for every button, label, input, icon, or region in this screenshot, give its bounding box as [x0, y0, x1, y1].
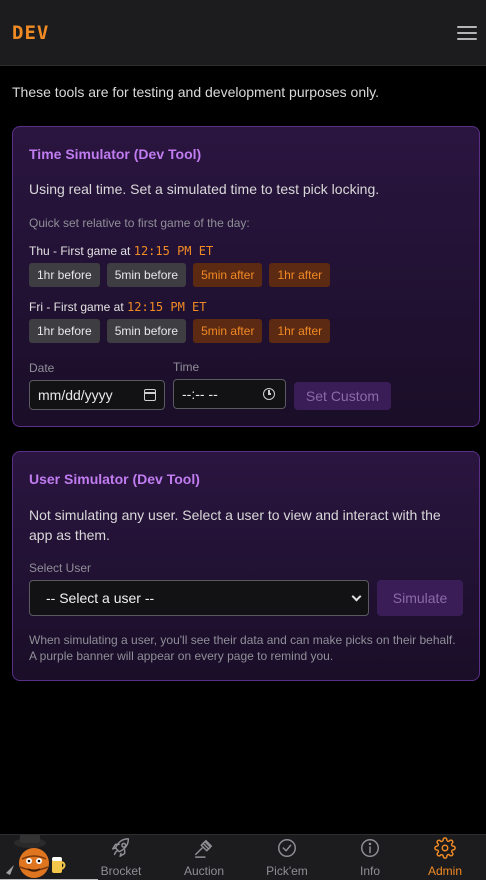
chevron-down-icon — [351, 591, 362, 602]
time-simulator-title: Time Simulator (Dev Tool) — [29, 146, 202, 162]
thu-5min-after-button[interactable]: 5min after — [193, 263, 263, 287]
thu-1hr-after-button[interactable]: 1hr after — [269, 263, 331, 287]
clock-icon[interactable] — [263, 388, 275, 400]
fri-first-game-label: Fri - First game at 12:15 PM ET — [29, 300, 207, 314]
nav-item-pickem[interactable]: Pick'em — [246, 835, 328, 880]
check-circle-icon — [278, 839, 296, 857]
thu-5min-before-button[interactable]: 5min before — [106, 263, 187, 287]
app-header: DEV — [0, 0, 486, 66]
info-icon — [361, 839, 379, 857]
dev-notice: These tools are for testing and developm… — [12, 84, 380, 100]
nav-item-info[interactable]: Info — [329, 835, 411, 880]
thu-1hr-before-button[interactable]: 1hr before — [29, 263, 100, 287]
user-simulator-status: Not simulating any user. Select a user t… — [29, 507, 441, 543]
thu-first-game-label: Thu - First game at 12:15 PM ET — [29, 244, 214, 258]
fri-first-game-time: 12:15 PM ET — [127, 300, 207, 314]
user-select[interactable]: -- Select a user -- — [29, 580, 369, 616]
user-simulator-title: User Simulator (Dev Tool) — [29, 471, 200, 487]
gavel-icon — [195, 839, 213, 858]
set-custom-button[interactable]: Set Custom — [294, 382, 391, 410]
thu-first-game-time: 12:15 PM ET — [133, 244, 214, 258]
fri-1hr-before-button[interactable]: 1hr before — [29, 319, 100, 343]
time-simulator-status: Using real time. Set a simulated time to… — [29, 181, 380, 197]
date-label: Date — [29, 361, 55, 375]
calendar-icon[interactable] — [144, 389, 156, 401]
simulate-button[interactable]: Simulate — [377, 580, 463, 616]
bottom-nav: Brocket Auction Pick'em Info Admin — [0, 833, 486, 880]
date-input[interactable]: mm/dd/yyyy — [29, 380, 165, 410]
gear-icon — [434, 837, 456, 859]
quick-set-label: Quick set relative to first game of the … — [29, 216, 250, 230]
time-input[interactable]: --:-- -- — [173, 379, 286, 409]
fri-5min-after-button[interactable]: 5min after — [193, 319, 263, 343]
user-simulator-card: User Simulator (Dev Tool) Not simulating… — [12, 451, 480, 681]
app-logo[interactable]: DEV — [12, 22, 49, 44]
hamburger-menu-icon[interactable] — [457, 24, 477, 42]
fri-5min-before-button[interactable]: 5min before — [106, 319, 187, 343]
time-simulator-card: Time Simulator (Dev Tool) Using real tim… — [12, 126, 480, 427]
nav-item-admin[interactable]: Admin — [404, 835, 486, 880]
user-simulator-helper: When simulating a user, you'll see their… — [29, 633, 456, 663]
rocket-icon — [112, 838, 130, 857]
fri-quick-buttons: 1hr before 5min before 5min after 1hr af… — [29, 319, 331, 343]
thu-quick-buttons: 1hr before 5min before 5min after 1hr af… — [29, 263, 331, 287]
nav-item-brocket[interactable]: Brocket — [80, 835, 162, 880]
fri-1hr-after-button[interactable]: 1hr after — [269, 319, 331, 343]
time-label: Time — [173, 360, 200, 374]
select-user-label: Select User — [29, 561, 92, 575]
nav-item-auction[interactable]: Auction — [163, 835, 245, 880]
